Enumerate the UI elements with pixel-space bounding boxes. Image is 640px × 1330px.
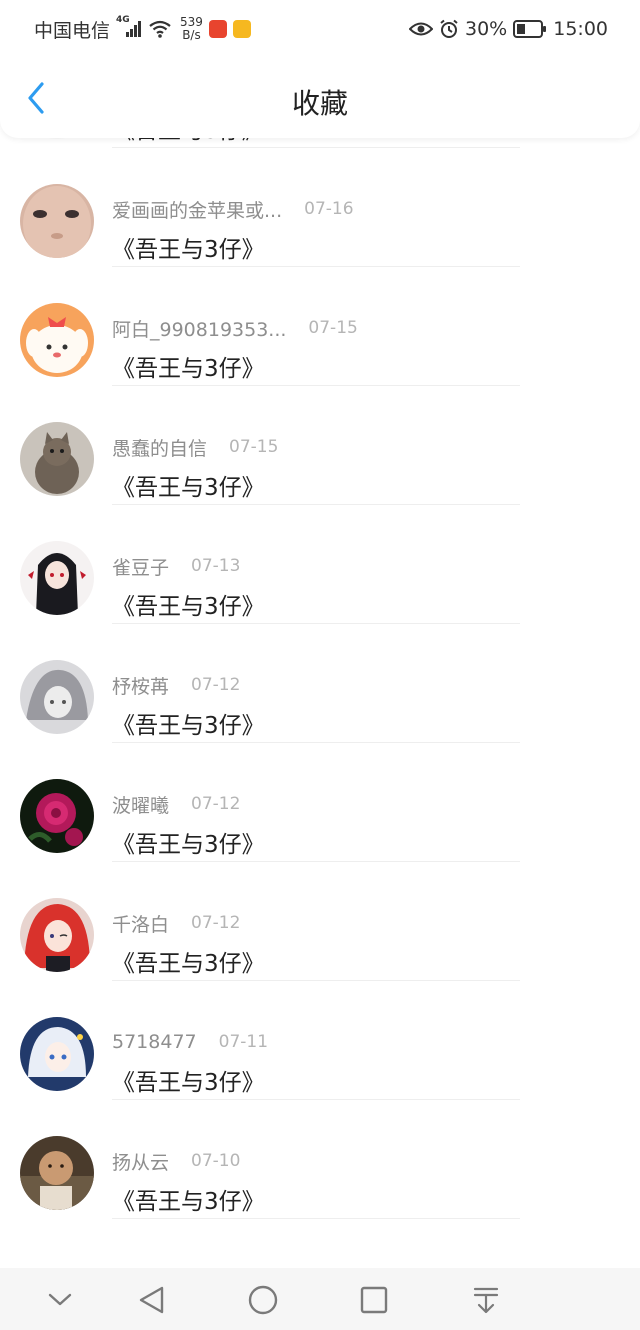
- list-item[interactable]: 波曜曦 07-12 《吾王与3仔》: [0, 743, 640, 862]
- gray-anime-avatar[interactable]: [20, 660, 94, 734]
- item-title: 《吾王与3仔》: [112, 832, 265, 858]
- item-title: 《吾王与3仔》: [112, 594, 265, 620]
- signal-icon: 4G: [116, 15, 142, 39]
- user-name[interactable]: 杼桉苒: [112, 672, 169, 699]
- name-line: 千洛白 07-12: [112, 910, 240, 936]
- status-left: 中国电信 4G 539 B/s: [34, 15, 251, 42]
- item-date: 07-12: [191, 675, 241, 695]
- item-date: 07-13: [191, 556, 241, 576]
- home-nav-button[interactable]: [246, 1283, 280, 1317]
- name-line: 阿白_990819353... 07-15: [112, 315, 358, 341]
- notification-pull-button[interactable]: [469, 1283, 503, 1317]
- item-date: 07-11: [218, 1032, 269, 1052]
- recents-nav-button[interactable]: [357, 1283, 391, 1317]
- favorites-list: 《吾王与3仔》 爱画画的金苹果或... 07-16 《吾王与3仔》: [0, 65, 640, 1219]
- cat-avatar[interactable]: [20, 422, 94, 496]
- item-title: 《吾王与3仔》: [112, 713, 265, 739]
- user-name[interactable]: 雀豆子: [112, 553, 169, 580]
- net-speed: 539 B/s: [180, 16, 203, 42]
- square-recents-icon: [360, 1286, 388, 1314]
- clock-time: 15:00: [553, 18, 608, 40]
- white-hair-avatar[interactable]: [20, 1017, 94, 1091]
- name-line: 扬从云 07-10: [112, 1148, 240, 1174]
- favorites-page: 中国电信 4G 539 B/s 30% 15:00 收藏 爱画画的金苹果或...…: [0, 0, 640, 1330]
- item-title: 《吾王与3仔》: [112, 951, 265, 977]
- user-name[interactable]: 爱画画的金苹果或...: [112, 196, 282, 223]
- wifi-icon: [148, 19, 172, 39]
- item-title: 《吾王与3仔》: [112, 1189, 265, 1215]
- status-bar: 中国电信 4G 539 B/s 30% 15:00: [0, 0, 640, 58]
- chevron-down-icon: [48, 1293, 72, 1306]
- red-hair-avatar[interactable]: [20, 898, 94, 972]
- name-line: 雀豆子 07-13: [112, 553, 240, 579]
- item-date: 07-15: [229, 437, 279, 457]
- item-title: 《吾王与3仔》: [112, 356, 265, 382]
- child-photo-avatar[interactable]: [20, 1136, 94, 1210]
- list-item[interactable]: 扬从云 07-10 《吾王与3仔》: [0, 1100, 640, 1219]
- pull-down-icon: [473, 1287, 499, 1314]
- net-speed-unit: B/s: [182, 28, 201, 42]
- list-item[interactable]: 雀豆子 07-13 《吾王与3仔》: [0, 505, 640, 624]
- item-title: 《吾王与3仔》: [112, 475, 265, 501]
- triangle-back-icon: [139, 1286, 164, 1314]
- name-line: 波曜曦 07-12: [112, 791, 240, 817]
- message-notification-icon: [232, 20, 251, 38]
- carrier-name: 中国电信: [34, 19, 111, 42]
- back-nav-button[interactable]: [134, 1283, 168, 1317]
- status-right: 30% 15:00: [408, 16, 608, 42]
- item-date: 07-16: [304, 199, 354, 219]
- list-item[interactable]: 愚蠢的自信 07-15 《吾王与3仔》: [0, 386, 640, 505]
- item-date: 07-12: [191, 794, 241, 814]
- item-date: 07-10: [191, 1151, 241, 1171]
- eye-icon: [408, 20, 434, 38]
- user-name[interactable]: 愚蠢的自信: [112, 434, 207, 461]
- anime-girl-avatar[interactable]: [20, 541, 94, 615]
- user-name[interactable]: 5718477: [112, 1031, 197, 1053]
- user-name[interactable]: 扬从云: [112, 1148, 169, 1175]
- battery-icon: [513, 20, 547, 38]
- item-date: 07-15: [308, 318, 358, 338]
- rose-avatar[interactable]: [20, 779, 94, 853]
- puppy-avatar[interactable]: [20, 303, 94, 377]
- name-line: 爱画画的金苹果或... 07-16: [112, 196, 354, 222]
- name-line: 愚蠢的自信 07-15: [112, 434, 278, 460]
- hide-nav-button[interactable]: [43, 1283, 77, 1317]
- list-item[interactable]: 杼桉苒 07-12 《吾王与3仔》: [0, 624, 640, 743]
- app-notification-icon: [208, 20, 227, 38]
- header-bar: 收藏: [0, 58, 640, 138]
- system-nav-bar: [0, 1268, 640, 1330]
- name-line: 5718477 07-11: [112, 1029, 268, 1055]
- list-item[interactable]: 5718477 07-11 《吾王与3仔》: [0, 981, 640, 1100]
- item-title: 《吾王与3仔》: [112, 237, 265, 263]
- circle-home-icon: [248, 1285, 278, 1315]
- list-item[interactable]: 千洛白 07-12 《吾王与3仔》: [0, 862, 640, 981]
- user-name[interactable]: 千洛白: [112, 910, 169, 937]
- user-name[interactable]: 波曜曦: [112, 791, 169, 818]
- battery-percent: 30%: [465, 18, 508, 40]
- user-name[interactable]: 阿白_990819353...: [112, 315, 286, 342]
- list-item[interactable]: 阿白_990819353... 07-15 《吾王与3仔》: [0, 267, 640, 386]
- alarm-icon: [439, 19, 459, 39]
- face-avatar[interactable]: [20, 184, 94, 258]
- page-title: 收藏: [291, 87, 348, 120]
- divider: [112, 1218, 520, 1219]
- list-item[interactable]: 爱画画的金苹果或... 07-16 《吾王与3仔》: [0, 148, 640, 267]
- item-date: 07-12: [191, 913, 241, 933]
- name-line: 杼桉苒 07-12: [112, 672, 240, 698]
- item-title: 《吾王与3仔》: [112, 1070, 265, 1096]
